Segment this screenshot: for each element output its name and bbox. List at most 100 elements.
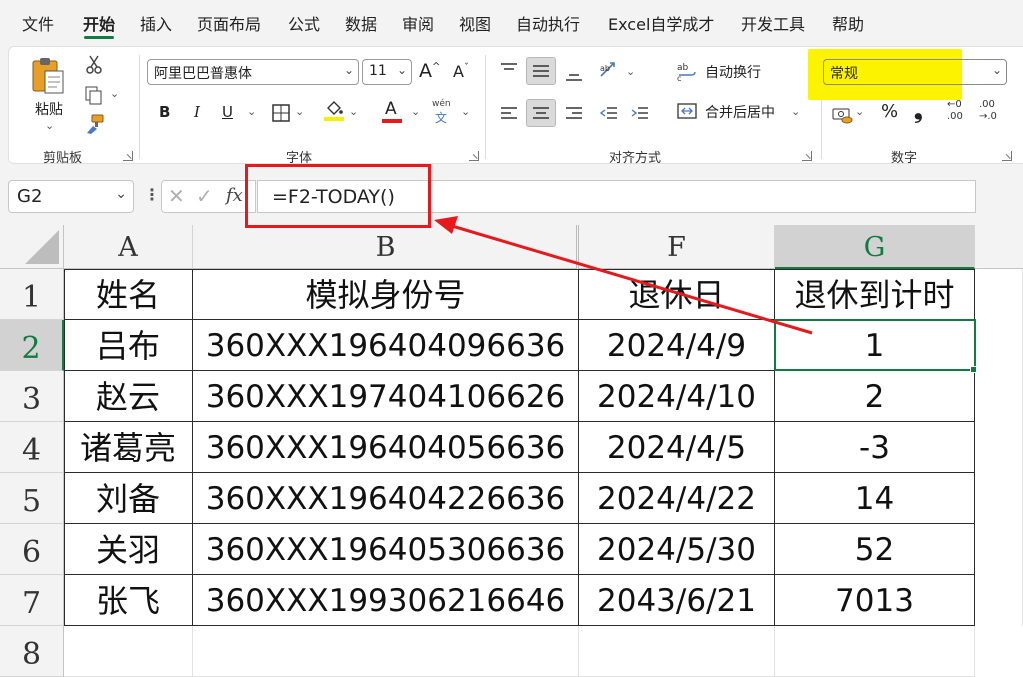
table-header-cell[interactable]: 退休日 bbox=[579, 269, 775, 320]
fill-color-icon[interactable] bbox=[323, 99, 345, 123]
phonetic-guide-button[interactable]: wén 文 bbox=[429, 97, 457, 125]
table-cell[interactable]: 7013 bbox=[775, 575, 975, 626]
table-cell[interactable]: -3 bbox=[775, 422, 975, 473]
tab-page-layout[interactable]: 页面布局 bbox=[197, 11, 261, 35]
chevron-down-icon[interactable]: ⌄ bbox=[110, 87, 119, 100]
table-header-cell[interactable]: 姓名 bbox=[64, 269, 193, 320]
row-header-4[interactable]: 4 bbox=[0, 422, 64, 473]
decrease-decimal-button[interactable]: .00 →.0 bbox=[979, 99, 1007, 127]
italic-button[interactable]: I bbox=[194, 103, 200, 121]
align-middle-button[interactable] bbox=[526, 57, 556, 85]
table-cell[interactable]: 2024/4/5 bbox=[579, 422, 775, 473]
formula-bar-options-icon[interactable]: ⋮ bbox=[144, 185, 160, 204]
accounting-format-icon[interactable] bbox=[831, 103, 853, 125]
tab-review[interactable]: 审阅 bbox=[402, 11, 434, 35]
column-header-g[interactable]: G bbox=[775, 225, 975, 269]
tab-file[interactable]: 文件 bbox=[22, 11, 54, 35]
column-header-h[interactable] bbox=[975, 225, 1023, 269]
underline-button[interactable]: U bbox=[222, 103, 233, 121]
chevron-down-icon[interactable]: ⌄ bbox=[247, 105, 256, 118]
column-header-a[interactable]: A bbox=[64, 225, 193, 269]
name-box[interactable]: G2 ⌄ bbox=[8, 180, 134, 213]
row-header-2[interactable]: 2 bbox=[0, 320, 64, 371]
table-cell[interactable]: 52 bbox=[775, 524, 975, 575]
orientation-icon[interactable]: ab bbox=[598, 60, 620, 80]
tab-insert[interactable]: 插入 bbox=[140, 11, 172, 35]
font-dialog-launcher-icon[interactable] bbox=[469, 151, 479, 161]
align-center-button[interactable] bbox=[526, 99, 556, 127]
wrap-text-button[interactable]: ab c 自动换行 bbox=[677, 61, 807, 85]
font-color-button[interactable]: A bbox=[385, 99, 397, 119]
table-cell[interactable]: 14 bbox=[775, 473, 975, 524]
column-header-b[interactable]: B bbox=[193, 225, 579, 269]
decrease-font-size-button[interactable]: Aˇ bbox=[453, 62, 469, 81]
table-cell[interactable]: 2024/5/30 bbox=[579, 524, 775, 575]
table-cell[interactable]: 2024/4/10 bbox=[579, 371, 775, 422]
row-header-6[interactable]: 6 bbox=[0, 524, 64, 575]
copy-icon[interactable] bbox=[84, 85, 104, 105]
tab-formulas[interactable]: 公式 bbox=[288, 11, 320, 35]
chevron-down-icon[interactable]: ⌄ bbox=[349, 105, 358, 118]
tab-home[interactable]: 开始 bbox=[83, 11, 115, 35]
table-cell[interactable]: 360XXX196404056636 bbox=[193, 422, 579, 473]
table-cell[interactable]: 1 bbox=[775, 320, 975, 371]
column-header-f[interactable]: F bbox=[579, 225, 775, 269]
fill-handle[interactable] bbox=[970, 366, 977, 373]
empty-cell[interactable] bbox=[775, 626, 975, 677]
chevron-down-icon[interactable]: ⌄ bbox=[295, 105, 304, 118]
cancel-entry-icon[interactable]: ✕ bbox=[168, 184, 185, 208]
table-cell[interactable]: 张飞 bbox=[64, 575, 193, 626]
number-format-select[interactable]: 常规 ⌄ bbox=[823, 59, 1007, 85]
table-cell[interactable]: 2024/4/22 bbox=[579, 473, 775, 524]
table-header-cell[interactable]: 模拟身份号 bbox=[193, 269, 579, 320]
tab-view[interactable]: 视图 bbox=[459, 11, 491, 35]
table-header-cell[interactable]: 退休到计时 bbox=[775, 269, 975, 320]
increase-indent-icon[interactable] bbox=[630, 105, 650, 123]
select-all-button[interactable] bbox=[0, 225, 64, 269]
bold-button[interactable]: B bbox=[159, 103, 170, 121]
decrease-indent-icon[interactable] bbox=[599, 105, 619, 123]
chevron-down-icon[interactable]: ⌄ bbox=[626, 65, 635, 78]
font-name-select[interactable]: 阿里巴巴普惠体 ⌄ bbox=[147, 59, 359, 85]
alignment-dialog-launcher-icon[interactable] bbox=[802, 151, 812, 161]
align-bottom-icon[interactable] bbox=[564, 65, 584, 83]
tab-help[interactable]: 帮助 bbox=[832, 11, 864, 35]
chevron-down-icon[interactable]: ⌄ bbox=[855, 105, 864, 118]
chevron-down-icon[interactable]: ⌄ bbox=[791, 105, 800, 118]
align-left-icon[interactable] bbox=[499, 105, 519, 123]
table-cell[interactable]: 关羽 bbox=[64, 524, 193, 575]
table-cell[interactable]: 诸葛亮 bbox=[64, 422, 193, 473]
clipboard-dialog-launcher-icon[interactable] bbox=[123, 151, 133, 161]
table-cell[interactable]: 360XXX196405306636 bbox=[193, 524, 579, 575]
number-dialog-launcher-icon[interactable] bbox=[1002, 151, 1012, 161]
cut-icon[interactable] bbox=[85, 55, 103, 75]
chevron-down-icon[interactable]: ⌄ bbox=[461, 105, 470, 118]
table-cell[interactable]: 2 bbox=[775, 371, 975, 422]
table-cell[interactable]: 360XXX196404226636 bbox=[193, 473, 579, 524]
align-top-icon[interactable] bbox=[499, 62, 519, 80]
comma-style-button[interactable]: ❟ bbox=[914, 99, 923, 124]
table-cell[interactable]: 2043/6/21 bbox=[579, 575, 775, 626]
tab-data[interactable]: 数据 bbox=[345, 11, 377, 35]
table-cell[interactable]: 2024/4/9 bbox=[579, 320, 775, 371]
tab-developer[interactable]: 开发工具 bbox=[741, 11, 805, 35]
table-cell[interactable]: 吕布 bbox=[64, 320, 193, 371]
empty-cells-column-h[interactable] bbox=[975, 269, 1023, 626]
table-cell[interactable]: 360XXX199306216646 bbox=[193, 575, 579, 626]
insert-function-button[interactable]: fx bbox=[226, 185, 243, 206]
row-header-5[interactable]: 5 bbox=[0, 473, 64, 524]
row-header-3[interactable]: 3 bbox=[0, 371, 64, 422]
align-right-icon[interactable] bbox=[564, 105, 584, 123]
chevron-down-icon[interactable]: ⌄ bbox=[411, 105, 420, 118]
table-cell[interactable]: 360XXX196404096636 bbox=[193, 320, 579, 371]
percent-style-button[interactable]: % bbox=[881, 101, 898, 122]
confirm-entry-icon[interactable]: ✓ bbox=[196, 184, 213, 208]
row-header-8[interactable]: 8 bbox=[0, 626, 64, 677]
table-cell[interactable]: 赵云 bbox=[64, 371, 193, 422]
table-cell[interactable]: 360XXX197404106626 bbox=[193, 371, 579, 422]
borders-icon[interactable] bbox=[272, 104, 290, 122]
row-header-1[interactable]: 1 bbox=[0, 269, 64, 320]
paste-button[interactable]: 粘贴 ⌄ bbox=[27, 53, 71, 135]
increase-font-size-button[interactable]: A^ bbox=[419, 60, 440, 82]
empty-cell[interactable] bbox=[579, 626, 775, 677]
